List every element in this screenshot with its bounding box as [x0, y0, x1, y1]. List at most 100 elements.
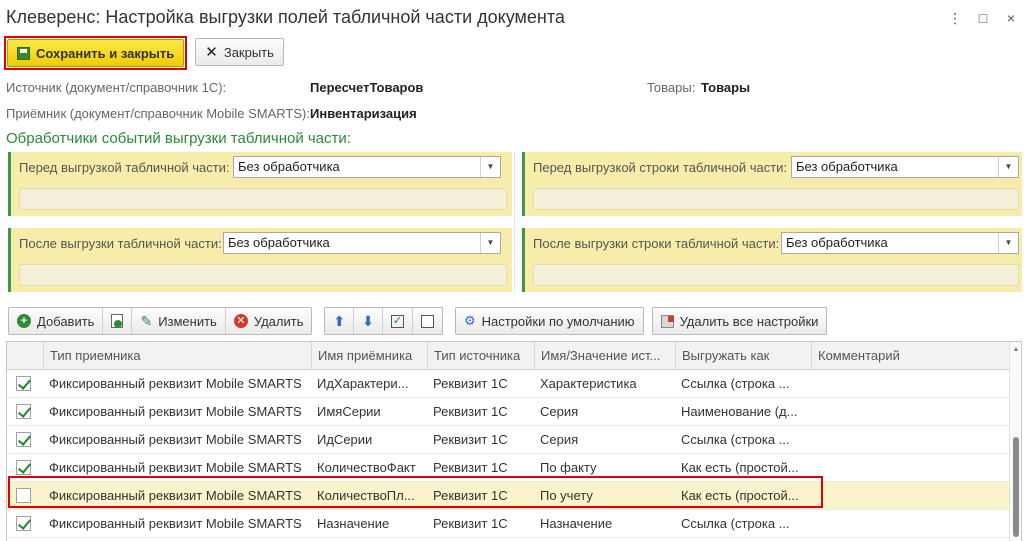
delete-button[interactable]: ✕ Удалить — [226, 308, 312, 334]
after-table-select[interactable]: Без обработчика ▼ — [223, 232, 501, 254]
default-settings-button[interactable]: ⚙ Настройки по умолчанию — [456, 308, 643, 334]
receiver-value: Инвентаризация — [310, 106, 417, 121]
table-cell — [811, 482, 1011, 510]
before-table-select[interactable]: Без обработчика ▼ — [233, 156, 501, 178]
edit-button[interactable]: ✎ Изменить — [132, 308, 226, 334]
table-row[interactable]: Фиксированный реквизит Mobile SMARTS Коли… — [7, 454, 1011, 482]
table-cell: Фиксированный реквизит Mobile SMARTS — [49, 376, 302, 391]
column-header[interactable]: Имя приёмника — [311, 342, 427, 370]
maximize-icon[interactable]: □ — [976, 10, 990, 27]
plus-icon: + — [17, 314, 31, 328]
column-header[interactable]: Тип источника — [427, 342, 534, 370]
table-cell: Фиксированный реквизит Mobile SMARTS — [49, 404, 302, 419]
table-cell: Как есть (простой... — [681, 488, 799, 503]
move-up-button[interactable]: ⬆ — [325, 308, 355, 334]
check-all-icon: ✓ — [390, 314, 404, 328]
copy-button[interactable] — [103, 308, 133, 334]
after-table-field[interactable] — [19, 264, 507, 286]
table-cell: Реквизит 1С — [433, 516, 508, 531]
table-cell: Наименование (д... — [681, 404, 798, 419]
title-bar: Клеверенс: Настройка выгрузки полей табл… — [0, 0, 1024, 36]
table-cell: Характеристика — [540, 376, 637, 391]
after-table-panel: После выгрузки табличной части: Без обра… — [8, 228, 512, 292]
dropdown-arrow-icon[interactable]: ▼ — [480, 157, 500, 177]
table-row[interactable]: Фиксированный реквизит Mobile SMARTS Назн… — [7, 510, 1011, 538]
close-window-icon[interactable]: × — [1004, 10, 1018, 27]
goods-value: Товары — [701, 80, 751, 95]
after-row-value: Без обработчика — [786, 235, 888, 250]
before-row-panel: Перед выгрузкой строки табличной части: … — [522, 152, 1022, 216]
table-cell: Фиксированный реквизит Mobile SMARTS — [49, 516, 302, 531]
row-checkbox[interactable] — [16, 516, 31, 531]
before-row-select[interactable]: Без обработчика ▼ — [791, 156, 1019, 178]
panel-divider — [514, 152, 515, 292]
table-cell: По факту — [540, 460, 597, 475]
table-cell: Фиксированный реквизит Mobile SMARTS — [49, 460, 302, 475]
after-row-label: После выгрузки строки табличной части: — [533, 236, 780, 251]
after-row-select[interactable]: Без обработчика ▼ — [781, 232, 1019, 254]
move-group: ⬆ ⬇ ✓ — [324, 307, 443, 335]
table-row[interactable]: Фиксированный реквизит Mobile SMARTS Коли… — [7, 482, 1011, 510]
window-title: Клеверенс: Настройка выгрузки полей табл… — [6, 7, 565, 27]
dropdown-arrow-icon[interactable]: ▼ — [998, 233, 1018, 253]
scroll-thumb[interactable] — [1013, 437, 1019, 537]
table-cell: Фиксированный реквизит Mobile SMARTS — [49, 432, 302, 447]
table-cell: КоличествоФакт — [317, 460, 416, 475]
after-row-panel: После выгрузки строки табличной части: Б… — [522, 228, 1022, 292]
close-button[interactable]: ✕ Закрыть — [195, 38, 284, 66]
table-delete-icon — [660, 314, 674, 328]
uncheck-all-button[interactable] — [413, 308, 442, 334]
save-and-close-button[interactable]: Сохранить и закрыть — [7, 39, 185, 67]
table-cell: Назначение — [317, 516, 390, 531]
table-cell: Как есть (простой... — [681, 460, 799, 475]
column-header[interactable]: Комментарий — [811, 342, 1011, 370]
scroll-up-icon[interactable]: ▲ — [1010, 346, 1021, 353]
table-row[interactable]: Фиксированный реквизит Mobile SMARTS ИдСе… — [7, 426, 1011, 454]
close-icon: ✕ — [205, 43, 218, 61]
source-value: ПересчетТоваров — [310, 80, 424, 95]
row-checkbox[interactable] — [16, 376, 31, 391]
after-row-field[interactable] — [533, 264, 1019, 286]
row-checkbox[interactable] — [16, 460, 31, 475]
arrow-down-icon: ⬇ — [362, 312, 374, 329]
dropdown-arrow-icon[interactable]: ▼ — [480, 233, 500, 253]
table-row[interactable]: Фиксированный реквизит Mobile SMARTS ИдХа… — [7, 370, 1011, 398]
check-all-button[interactable]: ✓ — [383, 308, 413, 334]
row-checkbox[interactable] — [16, 404, 31, 419]
column-header[interactable]: Имя/Значение ист... — [534, 342, 675, 370]
before-table-field[interactable] — [19, 188, 507, 210]
more-menu-icon[interactable]: ⋮ — [948, 10, 962, 27]
table-header: Тип приемника Имя приёмника Тип источник… — [7, 342, 1011, 370]
defaults-group: ⚙ Настройки по умолчанию — [454, 307, 644, 335]
table-cell — [811, 454, 1011, 482]
add-button[interactable]: + Добавить — [9, 308, 104, 334]
table-cell: Реквизит 1С — [433, 460, 508, 475]
table-cell: ИдХарактери... — [317, 376, 409, 391]
move-down-button[interactable]: ⬇ — [354, 308, 383, 334]
dropdown-arrow-icon[interactable]: ▼ — [998, 157, 1018, 177]
arrow-up-icon: ⬆ — [333, 312, 346, 329]
table-cell: Ссылка (строка ... — [681, 432, 790, 447]
table-cell: Назначение — [540, 516, 613, 531]
column-header[interactable]: Тип приемника — [43, 342, 311, 370]
table-cell — [811, 426, 1011, 454]
vertical-scrollbar[interactable]: ▲ — [1009, 342, 1021, 541]
table-cell: ИмяСерии — [317, 404, 381, 419]
receiver-label: Приёмник (документ/справочник Mobile SMA… — [6, 106, 310, 121]
copy-add-icon — [111, 314, 124, 328]
before-table-label: Перед выгрузкой табличной части: — [19, 160, 230, 175]
settings-icon: ⚙ — [463, 313, 476, 328]
column-header[interactable]: Выгружать как — [675, 342, 811, 370]
delete-all-button[interactable]: Удалить все настройки — [653, 308, 827, 334]
row-checkbox[interactable] — [16, 488, 31, 503]
table-row[interactable]: Фиксированный реквизит Mobile SMARTS ИмяС… — [7, 398, 1011, 426]
uncheck-all-icon — [420, 314, 434, 328]
save-icon — [17, 46, 30, 60]
before-row-field[interactable] — [533, 188, 1019, 210]
table-cell: Ссылка (строка ... — [681, 516, 790, 531]
table-cell: Серия — [540, 432, 579, 447]
table-cell: Реквизит 1С — [433, 376, 508, 391]
row-checkbox[interactable] — [16, 432, 31, 447]
before-table-value: Без обработчика — [238, 159, 340, 174]
table-cell: Серия — [540, 404, 579, 419]
